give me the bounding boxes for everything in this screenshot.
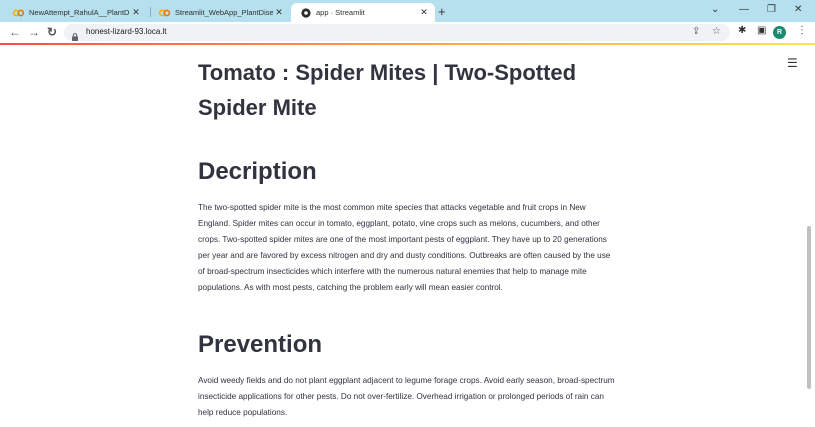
tab-title: app · Streamlit: [316, 8, 365, 17]
url-text: honest-lizard-93.loca.lt: [86, 27, 167, 36]
description-text: The two-spotted spider mite is the most …: [198, 203, 611, 292]
page-title: Tomato : Spider Mites | Two-Spotted Spid…: [198, 60, 577, 120]
description-heading: Decription: [198, 158, 317, 185]
colab-icon: [13, 7, 24, 18]
prevention-heading: Prevention: [198, 331, 323, 358]
tab-streamlit-app[interactable]: app · Streamlit ✕: [291, 3, 435, 22]
lock-icon: [72, 28, 78, 41]
streamlit-icon: [300, 7, 311, 18]
window-close-icon[interactable]: ✕: [794, 4, 802, 15]
prevention-text: Avoid weedy fields and do not plant eggp…: [198, 376, 615, 417]
close-icon[interactable]: ✕: [418, 7, 430, 18]
side-panel-icon[interactable]: ▣: [757, 25, 766, 36]
tab-title: Streamlit_WebApp_PlantDisease: [175, 8, 273, 17]
tab-colab-1[interactable]: NewAttempt_RahulA__PlantDisea ✕: [4, 3, 147, 22]
address-bar[interactable]: honest-lizard-93.loca.lt ⇪ ☆: [64, 24, 730, 41]
forward-icon[interactable]: →: [28, 25, 40, 39]
tab-colab-2[interactable]: Streamlit_WebApp_PlantDisease ✕: [150, 3, 290, 22]
hamburger-menu-icon[interactable]: ☰: [787, 56, 798, 70]
bookmark-star-icon[interactable]: ☆: [712, 26, 721, 37]
profile-avatar[interactable]: R: [773, 26, 786, 39]
share-icon[interactable]: ⇪: [692, 26, 700, 37]
browser-menu-icon[interactable]: ⋮: [797, 25, 807, 36]
colab-icon: [159, 7, 170, 18]
restore-icon[interactable]: ❐: [767, 4, 776, 15]
extensions-icon[interactable]: ✱: [738, 25, 746, 36]
scrollbar-thumb[interactable]: [807, 226, 811, 389]
tab-title: NewAttempt_RahulA__PlantDisea: [29, 8, 130, 17]
close-icon[interactable]: ✕: [130, 7, 142, 18]
app-page: ☰ Tomato : Spider Mites | Two-Spotted Sp…: [0, 45, 815, 427]
new-tab-button[interactable]: +: [438, 4, 446, 19]
reload-icon[interactable]: ↻: [47, 25, 57, 39]
tab-search-icon[interactable]: ⌄: [711, 4, 719, 15]
minimize-icon[interactable]: —: [739, 4, 749, 15]
tab-strip: NewAttempt_RahulA__PlantDisea ✕ Streamli…: [0, 0, 815, 22]
close-icon[interactable]: ✕: [273, 7, 285, 18]
browser-toolbar: ← → ↻ honest-lizard-93.loca.lt ⇪ ☆ ✱ ▣ R…: [0, 22, 815, 44]
back-icon[interactable]: ←: [9, 25, 21, 39]
